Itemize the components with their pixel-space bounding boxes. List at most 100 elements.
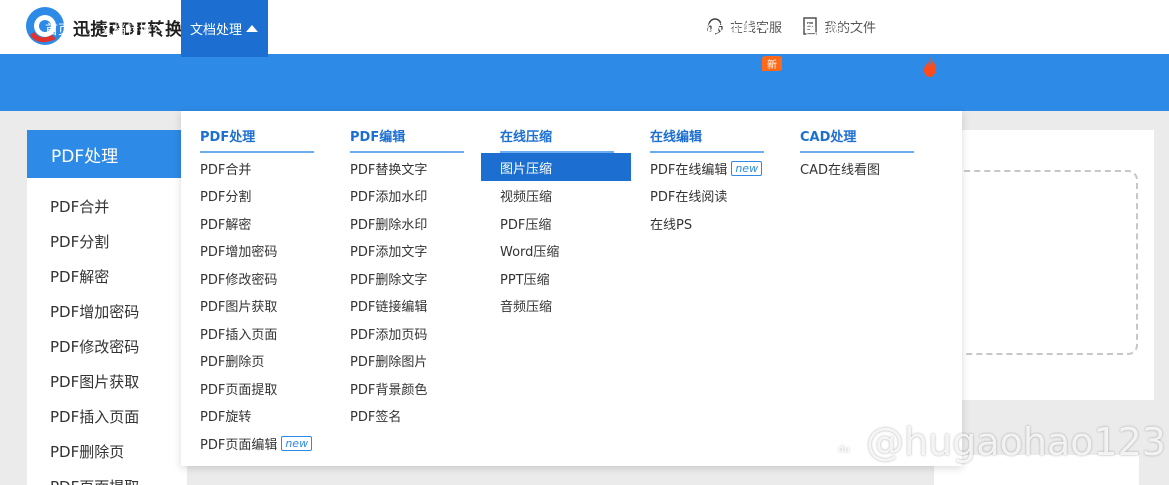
- column-divider: [200, 151, 314, 153]
- column-title-online-edit: 在线编辑: [650, 130, 703, 145]
- link-label: PDF在线编辑: [650, 163, 728, 178]
- menu-link[interactable]: PDF旋转: [200, 406, 251, 425]
- link-label: PDF合并: [200, 163, 252, 178]
- link-label: 图片压缩: [500, 161, 553, 177]
- main-nav: [0, 54, 1169, 111]
- menu-link[interactable]: 在线PS: [650, 214, 692, 233]
- sidebar-title: PDF处理: [27, 130, 187, 178]
- link-label: PDF删除页: [200, 355, 265, 370]
- nav-ai-tools[interactable]: AI工具: [880, 0, 935, 57]
- nav-special-features[interactable]: 特色功能: [791, 0, 860, 57]
- svg-text:du: du: [838, 445, 849, 455]
- menu-link[interactable]: PDF删除图片: [350, 351, 427, 370]
- nav-image-ocr[interactable]: 图片文字识别: [483, 0, 578, 57]
- menu-link[interactable]: PDF删除文字: [350, 269, 427, 288]
- menu-link[interactable]: PDF添加水印: [350, 186, 427, 205]
- sidebar-item[interactable]: PDF增加密码: [50, 301, 139, 322]
- nav-label: 首页: [45, 23, 72, 38]
- column-divider: [350, 151, 464, 153]
- sidebar-item[interactable]: PDF解密: [50, 266, 109, 287]
- menu-link[interactable]: PDF替换文字: [350, 159, 427, 178]
- chevron-down-icon: [669, 25, 682, 32]
- column-title-cad: CAD处理: [800, 130, 857, 145]
- menu-link[interactable]: PDF签名: [350, 406, 401, 425]
- chevron-down-icon: [156, 25, 169, 32]
- watermark-text: @hugaohao123: [866, 420, 1166, 464]
- nav-doc-translate[interactable]: 文档文本翻译: [279, 0, 374, 57]
- link-label: 视频压缩: [500, 190, 553, 205]
- menu-link[interactable]: 音频压缩: [500, 296, 552, 315]
- menu-link[interactable]: PDF增加密码: [200, 241, 277, 260]
- nav-doc-convert[interactable]: 文档转换: [100, 0, 169, 57]
- menu-link[interactable]: CAD在线看图: [800, 159, 880, 178]
- sidebar-item[interactable]: PDF插入页面: [50, 406, 139, 427]
- menu-link[interactable]: 视频压缩: [500, 186, 552, 205]
- column-divider: [800, 151, 914, 153]
- nav-av-convert[interactable]: 音视频转换: [600, 0, 682, 57]
- sidebar-item[interactable]: PDF修改密码: [50, 336, 139, 357]
- link-label: PDF压缩: [500, 218, 552, 233]
- chevron-down-icon: [565, 25, 578, 32]
- nav-label: 文档处理: [190, 23, 243, 38]
- menu-link[interactable]: PDF插入页面: [200, 324, 277, 343]
- link-label: PDF插入页面: [200, 328, 278, 343]
- link-label: PDF图片获取: [200, 300, 278, 315]
- menu-link[interactable]: PDF链接编辑: [350, 296, 427, 315]
- link-label: PDF删除图片: [350, 355, 428, 370]
- nav-home[interactable]: 首页: [45, 0, 71, 57]
- new-tag: new: [281, 436, 313, 451]
- link-label: PDF页面编辑: [200, 438, 278, 453]
- nav-label: 文档转换: [100, 23, 153, 38]
- link-label: PDF签名: [350, 410, 402, 425]
- menu-link[interactable]: Word压缩: [500, 241, 559, 260]
- nav-label: 论文查重: [702, 23, 755, 38]
- menu-link[interactable]: PDF背景颜色: [350, 379, 427, 398]
- nav-doc-process[interactable]: 文档处理: [181, 0, 268, 57]
- column-title-pdf-process: PDF处理: [200, 130, 256, 145]
- menu-link[interactable]: PDF图片获取: [200, 296, 277, 315]
- link-label: PDF替换文字: [350, 163, 428, 178]
- menu-link[interactable]: PDF页面提取: [200, 379, 277, 398]
- link-label: PDF增加密码: [200, 245, 278, 260]
- link-label: PDF添加文字: [350, 245, 428, 260]
- menu-link[interactable]: PDF页面编辑 new: [200, 434, 313, 453]
- menu-link[interactable]: PPT压缩: [500, 269, 550, 288]
- nav-speech-recognition[interactable]: 语音识别: [395, 0, 464, 57]
- nav-label: 客户端: [956, 23, 996, 38]
- nav-label: AI工具: [880, 23, 919, 38]
- nav-client[interactable]: 客户端: [956, 0, 1012, 57]
- menu-link[interactable]: PDF压缩: [500, 214, 551, 233]
- menu-link[interactable]: PDF解密: [200, 214, 251, 233]
- chevron-down-icon: [999, 25, 1012, 32]
- link-label: PDF页面提取: [200, 383, 278, 398]
- menu-link[interactable]: PDF修改密码: [200, 269, 277, 288]
- menu-link-selected[interactable]: 图片压缩: [481, 153, 631, 181]
- upload-dropzone[interactable]: [934, 170, 1138, 355]
- link-label: PDF添加页码: [350, 328, 428, 343]
- menu-link[interactable]: PDF合并: [200, 159, 251, 178]
- nav-label: 图片文字识别: [483, 23, 562, 38]
- sidebar-item[interactable]: PDF图片获取: [50, 371, 139, 392]
- menu-link[interactable]: PDF删除页: [200, 351, 264, 370]
- sidebar-item[interactable]: PDF合并: [50, 196, 109, 217]
- link-label: PDF旋转: [200, 410, 252, 425]
- sidebar-item[interactable]: PDF分割: [50, 231, 109, 252]
- column-divider: [650, 151, 764, 153]
- link-label: PDF删除文字: [350, 273, 428, 288]
- chevron-down-icon: [758, 25, 771, 32]
- chevron-down-icon: [922, 25, 935, 32]
- link-label: PDF在线阅读: [650, 190, 728, 205]
- menu-link[interactable]: PDF添加页码: [350, 324, 427, 343]
- link-label: PDF添加水印: [350, 190, 428, 205]
- nav-label: 音视频转换: [600, 23, 666, 38]
- menu-link[interactable]: PDF在线编辑 new: [650, 159, 763, 178]
- nav-plagiarism-check[interactable]: 论文查重: [702, 0, 771, 57]
- menu-link[interactable]: PDF在线阅读: [650, 186, 727, 205]
- new-tag: new: [731, 161, 763, 176]
- sidebar-item[interactable]: PDF删除页: [50, 441, 124, 462]
- menu-link[interactable]: PDF分割: [200, 186, 251, 205]
- menu-link[interactable]: PDF删除水印: [350, 214, 427, 233]
- watermark: du @hugaohao123: [826, 420, 1166, 464]
- sidebar-item[interactable]: PDF页面提取: [50, 476, 139, 485]
- menu-link[interactable]: PDF添加文字: [350, 241, 427, 260]
